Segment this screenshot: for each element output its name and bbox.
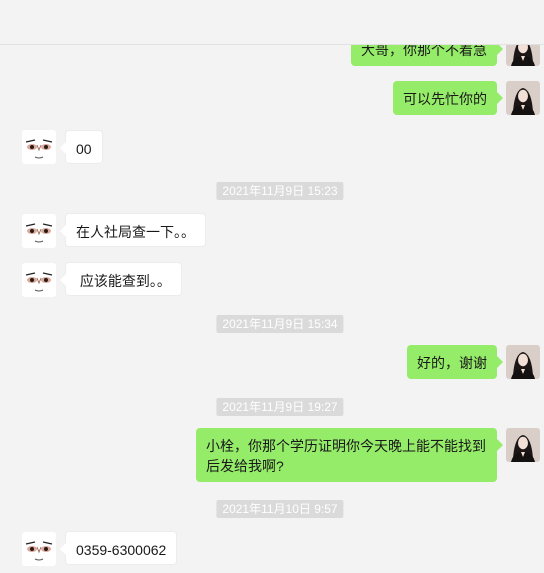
woman-portrait-icon[interactable] <box>506 81 540 115</box>
message-row-outgoing: 小栓，你那个学历证明你今天晚上能不能找到 后发给我啊? <box>0 420 544 490</box>
timestamp: 2021年11月9日 19:27 <box>216 398 344 416</box>
timestamp: 2021年11月10日 9:57 <box>216 500 344 518</box>
cartoon-face-icon[interactable] <box>22 130 56 164</box>
message-bubble[interactable]: 00 <box>60 130 103 164</box>
message-row-incoming: 00 <box>0 120 544 170</box>
woman-portrait-icon[interactable] <box>506 345 540 379</box>
cartoon-face-icon[interactable] <box>22 532 56 566</box>
timestamp: 2021年11月9日 15:23 <box>216 182 344 200</box>
message-bubble[interactable]: 可以先忙你的 <box>393 81 503 115</box>
message-row-outgoing: 可以先忙你的 <box>0 70 544 120</box>
message-bubble[interactable]: 应该能查到。。 <box>60 262 182 296</box>
message-bubble[interactable]: 好的，谢谢 <box>407 345 503 379</box>
message-row-outgoing: 好的，谢谢 <box>0 336 544 386</box>
message-row-incoming: 应该能查到。。 <box>0 253 544 303</box>
message-row-incoming: 在人社局查一下。。 <box>0 203 544 253</box>
cartoon-face-icon[interactable] <box>22 214 56 248</box>
message-row-incoming: 0359-6300062 <box>0 522 544 573</box>
message-bubble[interactable]: 在人社局查一下。。 <box>60 213 206 247</box>
timestamp: 2021年11月9日 15:34 <box>216 315 344 333</box>
woman-portrait-icon[interactable] <box>506 428 540 462</box>
message-bubble[interactable]: 0359-6300062 <box>59 531 178 565</box>
chat-top-bar <box>0 0 544 45</box>
cartoon-face-icon[interactable] <box>22 263 56 297</box>
message-bubble[interactable]: 小栓，你那个学历证明你今天晚上能不能找到 后发给我啊? <box>196 428 503 482</box>
